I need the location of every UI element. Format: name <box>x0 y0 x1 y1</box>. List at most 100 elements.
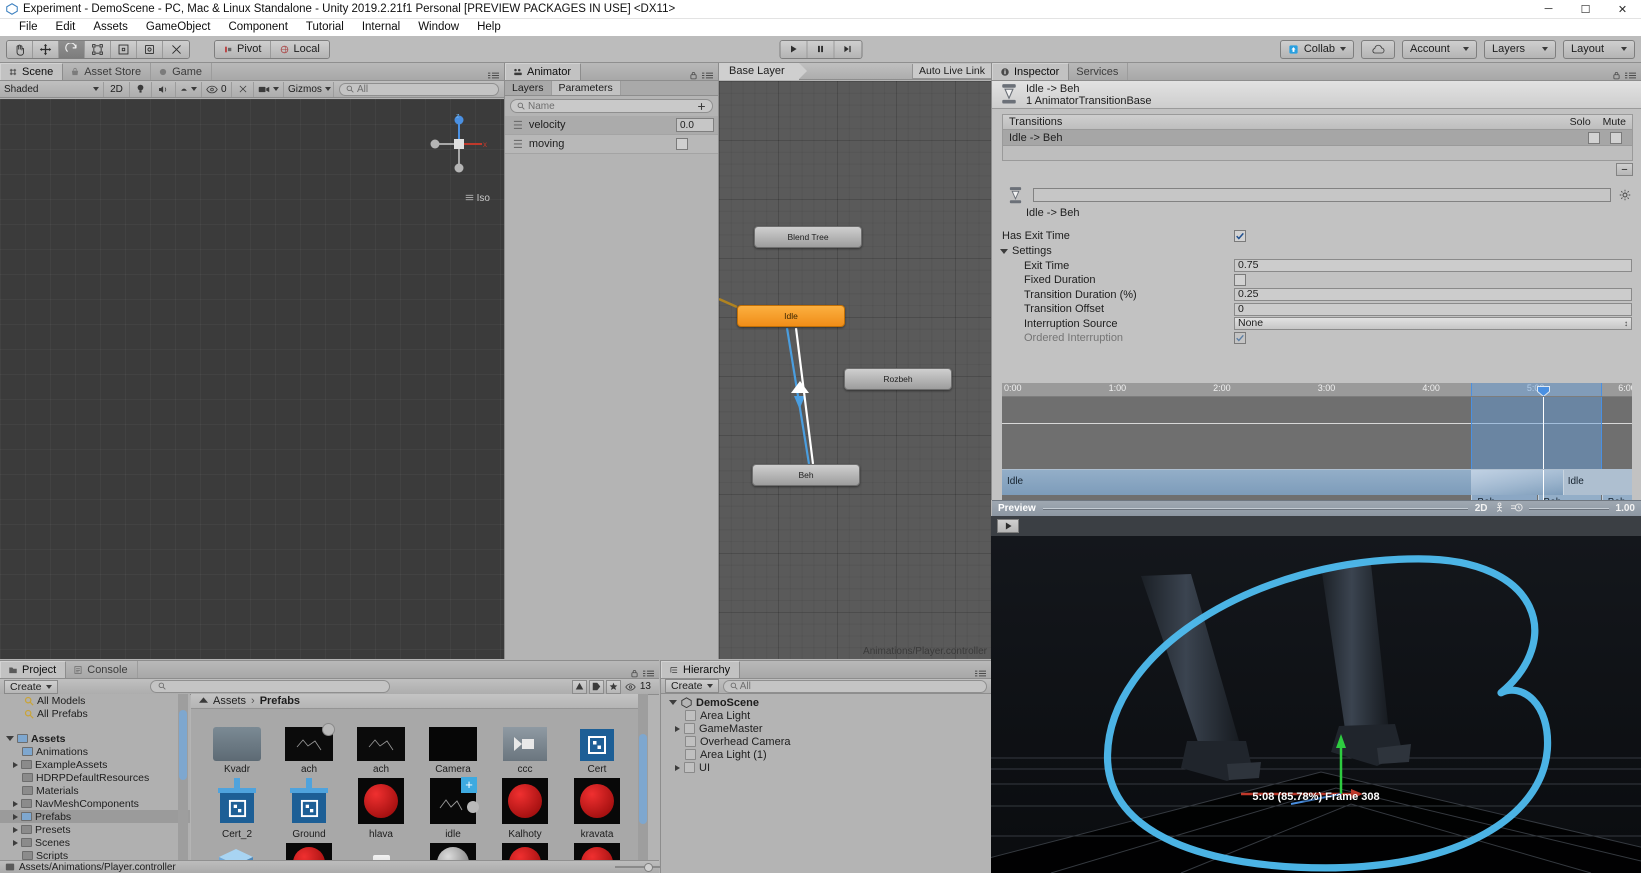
asset-item[interactable]: + idle <box>417 777 489 840</box>
project-tab-menu[interactable] <box>630 669 659 678</box>
chevron-right-icon[interactable] <box>13 826 18 833</box>
hidden-objects-toggle[interactable]: 0 <box>202 81 232 97</box>
breadcrumb-assets[interactable]: Assets <box>213 695 246 707</box>
has-exit-time-checkbox[interactable] <box>1234 230 1246 243</box>
project-folder-tree[interactable]: All Models All Prefabs Assets Animations… <box>0 694 190 862</box>
asset-item[interactable]: Camera <box>417 713 489 775</box>
asset-item[interactable]: Kalhoty <box>489 778 561 840</box>
menu-item-file[interactable]: File <box>10 19 47 36</box>
custom-tool-button[interactable] <box>163 40 189 58</box>
scene-tools-button[interactable] <box>232 81 254 97</box>
menu-item-window[interactable]: Window <box>409 19 468 36</box>
menu-item-tutorial[interactable]: Tutorial <box>297 19 353 36</box>
subtab-layers[interactable]: Layers <box>505 81 552 95</box>
hierarchy-tab-menu[interactable] <box>975 669 991 678</box>
project-create-button[interactable]: Create <box>4 679 58 694</box>
hierarchy-search-input[interactable]: All <box>722 679 987 693</box>
menu-item-gameobject[interactable]: GameObject <box>137 19 220 36</box>
animator-state-beh[interactable]: Beh <box>752 464 860 486</box>
tree-item-materials[interactable]: Materials <box>0 784 190 797</box>
remove-transition-button[interactable]: − <box>1616 163 1633 176</box>
tree-item-hdrpdefaultresources[interactable]: HDRPDefaultResources <box>0 771 190 784</box>
asset-grid[interactable]: Kvadr ach ach Camera ccc Cert Cert_2 Gro… <box>191 709 648 862</box>
timeline-ruler[interactable]: 0:00 1:00 2:00 3:00 4:00 5:00 6:00 <box>1002 383 1632 397</box>
move-tool-button[interactable] <box>33 40 59 58</box>
hierarchy-item-area-light-1[interactable]: Area Light (1) <box>661 748 991 761</box>
auto-live-link-button[interactable]: Auto Live Link <box>912 63 991 79</box>
menu-item-assets[interactable]: Assets <box>84 19 137 36</box>
hidden-count-icon[interactable] <box>623 680 638 694</box>
transition-name-input[interactable] <box>1033 188 1611 202</box>
asset-item[interactable]: kravata <box>561 778 633 840</box>
tree-item-prefabs[interactable]: Prefabs <box>0 810 190 823</box>
menu-item-component[interactable]: Component <box>219 19 296 36</box>
asset-item[interactable]: Cert <box>561 713 633 775</box>
filter-type-icon[interactable] <box>571 679 587 694</box>
preview-play-button[interactable] <box>997 519 1019 533</box>
project-asset-browser[interactable]: Assets › Prefabs Kvadr ach ach Camera cc… <box>191 694 648 862</box>
ordered-interruption-checkbox[interactable] <box>1234 332 1246 345</box>
gizmos-dropdown[interactable]: Gizmos <box>284 81 334 97</box>
collab-button[interactable]: Collab <box>1279 39 1354 59</box>
solo-checkbox[interactable] <box>1588 131 1600 144</box>
scene-tab-menu[interactable] <box>488 71 504 80</box>
tree-item-presets[interactable]: Presets <box>0 823 190 836</box>
project-search-input[interactable] <box>150 680 391 693</box>
filter-label-icon[interactable] <box>588 679 604 694</box>
cloud-button[interactable] <box>1361 39 1395 59</box>
thumbnail-size-slider[interactable] <box>615 862 675 872</box>
chevron-right-icon[interactable] <box>13 800 18 807</box>
camera-settings-button[interactable] <box>254 81 284 97</box>
hierarchy-create-button[interactable]: Create <box>665 679 719 693</box>
asset-item[interactable]: Cert_2 <box>201 778 273 840</box>
drag-handle-icon[interactable]: ☰ <box>513 119 523 132</box>
chevron-right-icon[interactable] <box>13 813 18 820</box>
project-tree-scrollbar[interactable] <box>178 694 188 862</box>
maximize-button[interactable]: ☐ <box>1567 0 1604 19</box>
breadcrumb-prefabs[interactable]: Prefabs <box>260 695 300 707</box>
tab-project[interactable]: Project <box>0 661 67 678</box>
tree-item-all-models[interactable]: All Models <box>0 694 190 707</box>
settings-foldout[interactable]: Settings <box>1000 244 1632 259</box>
animator-state-rozbeh[interactable]: Rozbeh <box>844 368 952 390</box>
chevron-right-icon[interactable] <box>675 764 680 771</box>
tab-inspector[interactable]: Inspector <box>992 63 1070 80</box>
parameter-search-input[interactable]: Name <box>510 99 713 113</box>
drag-handle-icon[interactable]: ☰ <box>513 138 523 151</box>
play-button[interactable] <box>780 40 807 58</box>
transform-tool-button[interactable] <box>137 40 163 58</box>
tab-game[interactable]: Game <box>151 63 213 80</box>
tab-scene[interactable]: Scene <box>0 63 64 80</box>
rotate-tool-button[interactable] <box>59 40 85 58</box>
scene-search-input[interactable]: All <box>339 82 499 96</box>
fx-toggle[interactable] <box>176 81 202 97</box>
local-toggle[interactable]: Local <box>271 40 329 58</box>
subtab-parameters[interactable]: Parameters <box>551 81 621 95</box>
parameter-value-moving[interactable] <box>676 138 688 150</box>
parameter-row-moving[interactable]: ☰ moving <box>505 135 718 154</box>
animator-tab-menu[interactable] <box>689 71 718 80</box>
asset-item[interactable]: ccc <box>489 713 561 775</box>
tab-animator[interactable]: Animator <box>505 63 582 80</box>
timeline-body[interactable] <box>1002 397 1632 469</box>
timeline-clip-idle-right[interactable]: Idle <box>1562 470 1632 495</box>
graph-breadcrumb[interactable]: Base Layer <box>719 62 807 80</box>
chevron-right-icon[interactable] <box>13 839 18 846</box>
parameter-row-velocity[interactable]: ☰ velocity 0.0 <box>505 116 718 135</box>
timeline-clip-idle[interactable]: Idle Idle <box>1002 469 1632 495</box>
tree-item-animations[interactable]: Animations <box>0 745 190 758</box>
playhead-handle-icon[interactable] <box>1536 386 1550 397</box>
close-button[interactable]: ✕ <box>1604 0 1641 19</box>
preview-2d-toggle[interactable]: 2D <box>1475 503 1488 514</box>
add-parameter-icon[interactable] <box>697 102 706 111</box>
scene-viewport[interactable]: x z Iso <box>0 99 504 659</box>
timeline-selection-body[interactable] <box>1471 397 1602 469</box>
parameter-value-velocity[interactable]: 0.0 <box>676 118 714 132</box>
hierarchy-item-gamemaster[interactable]: GameMaster <box>661 722 991 735</box>
tree-item-navmeshcomponents[interactable]: NavMeshComponents <box>0 797 190 810</box>
animator-state-idle[interactable]: Idle <box>737 305 845 327</box>
mute-checkbox[interactable] <box>1610 131 1622 144</box>
2d-toggle[interactable]: 2D <box>104 81 130 97</box>
chevron-right-icon[interactable] <box>13 761 18 768</box>
tree-item-scenes[interactable]: Scenes <box>0 836 190 849</box>
